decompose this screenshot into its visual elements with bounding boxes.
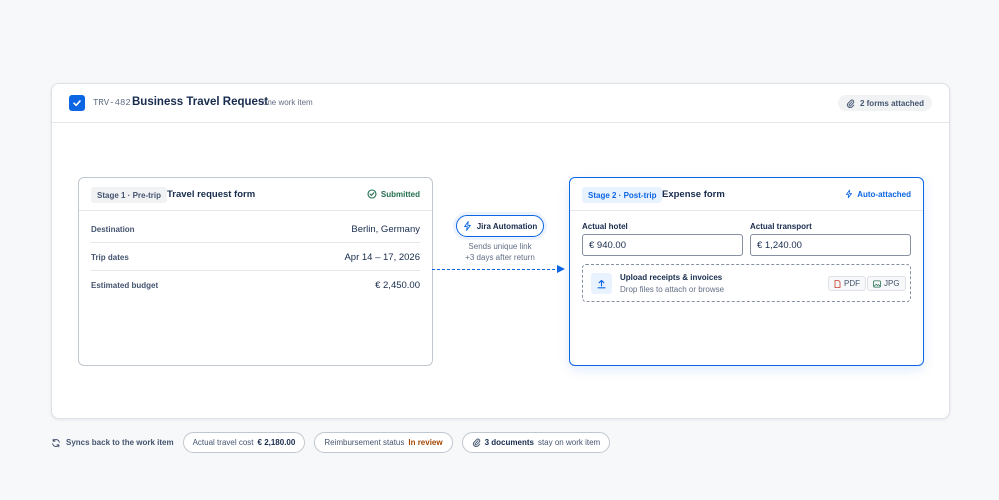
field-row-destination: Destination Berlin, Germany xyxy=(91,215,420,243)
automation-connector xyxy=(432,269,560,270)
chip-label: stay on work item xyxy=(537,438,601,447)
field-label: Estimated budget xyxy=(91,280,159,290)
status-badge: Submitted xyxy=(367,189,420,199)
arrow-right-icon xyxy=(557,265,565,273)
sync-footer: Syncs back to the work item Actual trave… xyxy=(51,432,619,453)
status-label: Submitted xyxy=(380,189,420,199)
paperclip-icon xyxy=(472,438,480,447)
file-type-pdf: PDF xyxy=(828,276,866,291)
automation-note-line: Sends unique link xyxy=(468,242,532,251)
forms-attached-label: 2 forms attached xyxy=(859,98,924,108)
issue-key[interactable]: TRV-482 xyxy=(93,98,131,108)
transport-input[interactable]: € 1,240.00 xyxy=(750,234,911,256)
page-title: Business Travel Request xyxy=(132,96,269,108)
field-value: € 2,450.00 xyxy=(375,279,420,291)
field-row-trip-dates: Trip dates Apr 14 – 17, 2026 xyxy=(91,243,420,271)
upload-hint: Drop files to attach or browse xyxy=(620,285,725,294)
file-type-label: JPG xyxy=(884,279,900,288)
automation-note-line: +3 days after return xyxy=(465,253,535,262)
check-circle-icon xyxy=(367,189,377,199)
status-label: Auto-attached xyxy=(857,189,911,199)
travel-request-form: Stage 1 · Pre-trip Travel request form S… xyxy=(78,177,433,366)
form-title: Travel request form xyxy=(167,189,256,200)
documents-chip[interactable]: 3 documents stay on work item xyxy=(461,432,611,453)
chip-label: Actual travel cost xyxy=(192,438,254,447)
task-checkbox-icon[interactable] xyxy=(69,95,85,111)
file-type-jpg: JPG xyxy=(867,276,906,291)
field-label: Trip dates xyxy=(91,252,129,262)
form-header: Stage 2 · Post-trip Expense form Auto-at… xyxy=(570,178,923,211)
work-item-header: TRV-482 Business Travel Request · one wo… xyxy=(52,84,949,123)
upload-title: Upload receipts & invoices xyxy=(620,273,723,282)
travel-cost-chip[interactable]: Actual travel cost € 2,180.00 xyxy=(182,432,306,453)
upload-icon[interactable] xyxy=(591,273,612,294)
hotel-label: Actual hotel xyxy=(582,222,628,231)
page-subtitle: · one work item xyxy=(258,98,313,107)
field-row-budget: Estimated budget € 2,450.00 xyxy=(91,271,420,299)
transport-label: Actual transport xyxy=(750,222,812,231)
jira-automation-button[interactable]: Jira Automation xyxy=(456,215,544,237)
automation-label: Jira Automation xyxy=(476,221,538,231)
field-value: Berlin, Germany xyxy=(351,223,420,235)
stage-badge: Stage 2 · Post-trip xyxy=(582,187,663,203)
form-title: Expense form xyxy=(662,189,725,200)
field-label: Destination xyxy=(91,224,135,234)
forms-attached-badge[interactable]: 2 forms attached xyxy=(837,95,932,111)
sync-indicator: Syncs back to the work item xyxy=(51,438,174,448)
automation-note: Sends unique link +3 days after return xyxy=(455,241,545,263)
field-value: Apr 14 – 17, 2026 xyxy=(344,251,420,263)
stage-badge: Stage 1 · Pre-trip xyxy=(91,187,168,203)
chip-value: € 2,180.00 xyxy=(257,438,296,447)
chip-label: Reimbursement status xyxy=(324,438,405,447)
reimbursement-status-chip[interactable]: Reimbursement status In review xyxy=(314,432,453,453)
image-icon xyxy=(873,279,881,287)
lightning-icon xyxy=(846,189,853,199)
lightning-icon xyxy=(463,221,471,231)
chip-status-value: In review xyxy=(408,438,443,447)
paperclip-icon xyxy=(846,99,855,108)
sync-icon xyxy=(52,438,60,447)
sync-label: Syncs back to the work item xyxy=(66,438,174,447)
status-badge: Auto-attached xyxy=(845,189,911,199)
chip-value: 3 documents xyxy=(484,438,534,447)
upload-dropzone[interactable]: Upload receipts & invoices Drop files to… xyxy=(582,264,911,302)
file-type-label: PDF xyxy=(844,279,860,288)
expense-form: Stage 2 · Post-trip Expense form Auto-at… xyxy=(569,177,924,366)
hotel-input[interactable]: € 940.00 xyxy=(582,234,743,256)
form-header: Stage 1 · Pre-trip Travel request form S… xyxy=(79,178,432,211)
file-icon xyxy=(834,279,841,288)
